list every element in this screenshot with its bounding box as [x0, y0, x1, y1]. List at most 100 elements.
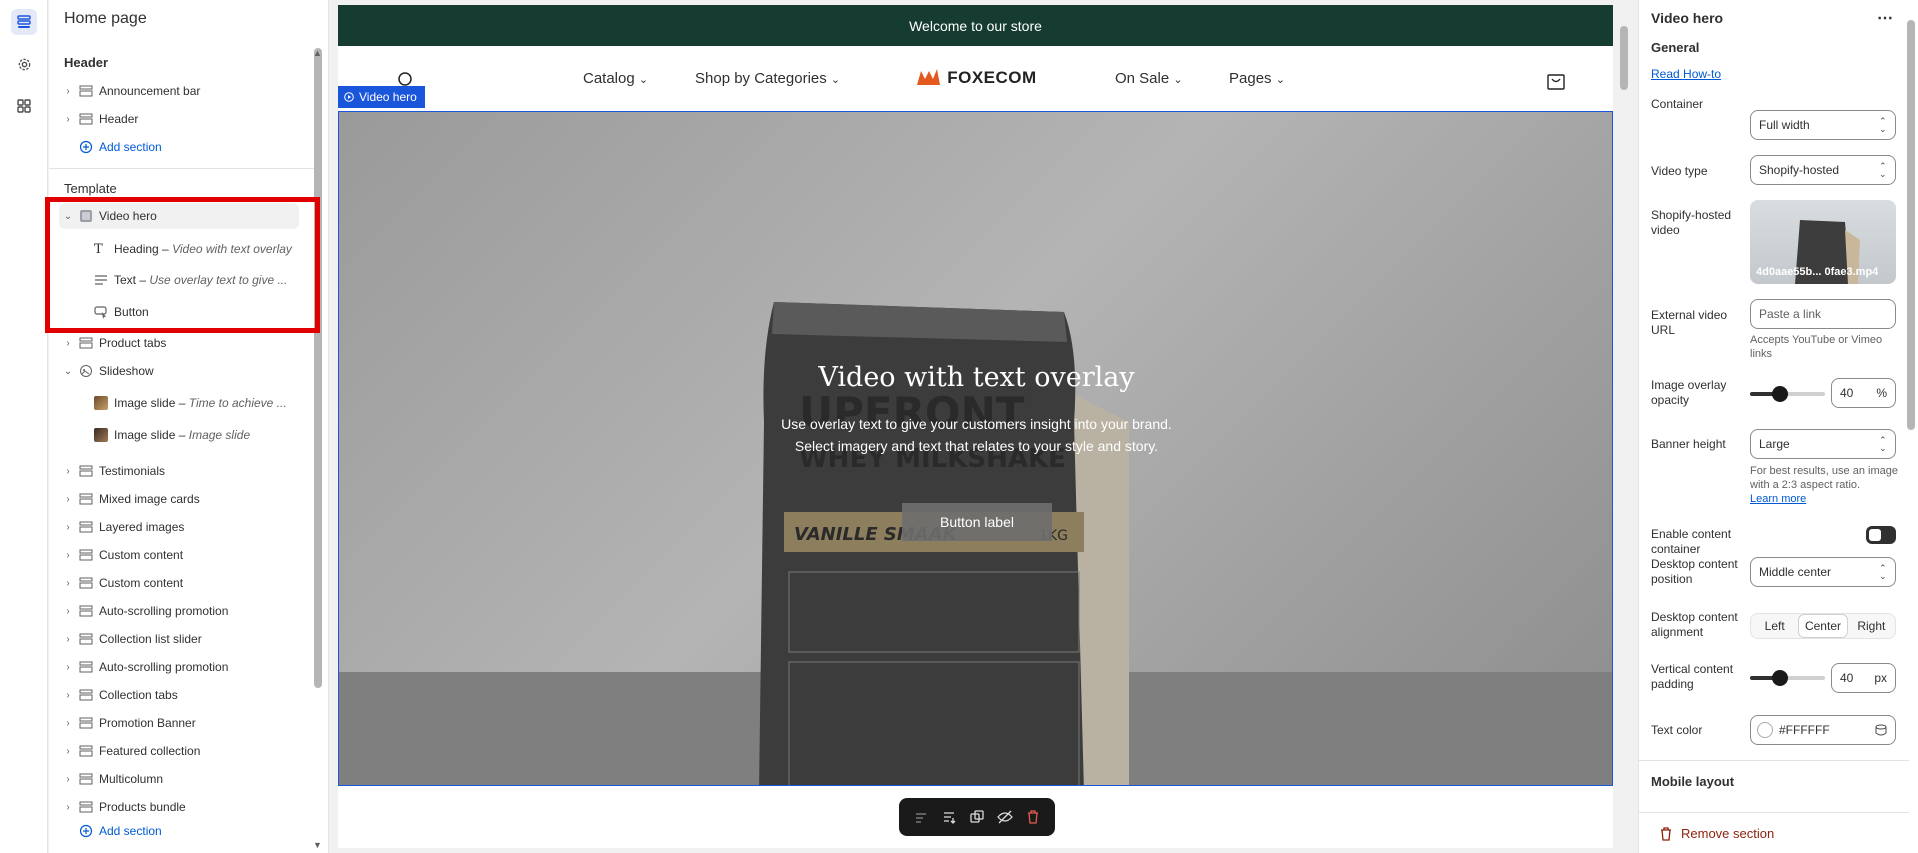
chevron-right-icon[interactable]: › — [61, 522, 75, 533]
hero-text-line-1[interactable]: Use overlay text to give your customers … — [339, 413, 1612, 435]
move-up-icon[interactable] — [911, 807, 931, 827]
tree-item-section[interactable]: › Promotion Banner — [59, 710, 299, 736]
duplicate-icon[interactable] — [967, 807, 987, 827]
tree-item-section[interactable]: › Collection list slider — [59, 626, 299, 652]
chevron-right-icon[interactable]: › — [61, 802, 75, 813]
align-left-option[interactable]: Left — [1751, 614, 1798, 638]
tree-item-label: Layered images — [99, 520, 185, 534]
tree-item-section[interactable]: › Collection tabs — [59, 682, 299, 708]
trash-icon — [1661, 826, 1671, 841]
add-section-template-button[interactable]: Add section — [59, 818, 299, 844]
chevron-right-icon[interactable]: › — [61, 550, 75, 561]
settings-scrollbar[interactable] — [1907, 20, 1915, 430]
tree-scrollbar[interactable] — [314, 48, 322, 688]
text-color-input[interactable]: #FFFFFF — [1750, 715, 1896, 745]
hero-content: Video with text overlay Use overlay text… — [339, 362, 1612, 457]
color-swatch[interactable] — [1757, 722, 1773, 738]
chevron-right-icon[interactable]: › — [61, 338, 75, 349]
nav-shop-by-categories[interactable]: Shop by Categories ⌄ — [695, 70, 840, 87]
tree-item-video-hero[interactable]: ⌄ Video hero — [59, 203, 299, 229]
video-hero-section[interactable]: VANILLE SMAAK 1KG UPFRONT WHEY MILKSHAKE… — [338, 111, 1613, 786]
tree-item-section[interactable]: › Custom content — [59, 542, 299, 568]
align-right-option[interactable]: Right — [1848, 614, 1895, 638]
desktop-position-label: Desktop content position — [1651, 557, 1738, 586]
tree-item-section[interactable]: › Testimonials — [59, 458, 299, 484]
read-howto-link[interactable]: Read How-to — [1651, 67, 1721, 81]
tree-item-section[interactable]: › Featured collection — [59, 738, 299, 764]
chevron-right-icon[interactable]: › — [61, 746, 75, 757]
color-scheme-stack-icon[interactable] — [1875, 724, 1887, 736]
nav-catalog[interactable]: Catalog ⌄ — [583, 70, 648, 87]
more-options-icon[interactable]: ⋯ — [1877, 8, 1893, 28]
chevron-right-icon[interactable]: › — [61, 494, 75, 505]
tree-item-label: Collection list slider — [99, 632, 202, 646]
learn-more-link[interactable]: Learn more — [1750, 493, 1806, 505]
vertical-padding-slider[interactable] — [1750, 670, 1825, 686]
external-url-input[interactable]: Paste a link — [1750, 299, 1896, 329]
tree-item-slideshow[interactable]: ⌄ Slideshow — [59, 358, 299, 384]
vertical-padding-input[interactable]: 40 px — [1831, 663, 1896, 693]
slider-knob[interactable] — [1772, 670, 1788, 686]
tree-item-section[interactable]: › Layered images — [59, 514, 299, 540]
hero-heading[interactable]: Video with text overlay — [339, 362, 1612, 393]
apps-icon[interactable] — [11, 93, 37, 119]
chevron-right-icon[interactable]: › — [61, 578, 75, 589]
chevron-right-icon[interactable]: › — [61, 634, 75, 645]
tree-item-image-slide-1[interactable]: Image slide – Time to achieve ... — [94, 390, 334, 416]
chevron-right-icon[interactable]: › — [61, 114, 75, 125]
tree-item-section[interactable]: › Custom content — [59, 570, 299, 596]
desktop-position-select[interactable]: Middle center — [1750, 557, 1896, 587]
hide-eye-icon[interactable] — [995, 807, 1015, 827]
chevron-right-icon[interactable]: › — [61, 466, 75, 477]
tree-item-section[interactable]: › Auto-scrolling promotion — [59, 598, 299, 624]
align-center-option[interactable]: Center — [1798, 614, 1848, 638]
add-section-header-button[interactable]: Add section — [59, 134, 299, 160]
hosted-video-thumbnail[interactable]: 4d0aae55b... 0fae3.mp4 — [1750, 200, 1896, 284]
section-tag-video-hero[interactable]: Video hero — [338, 86, 425, 108]
sections-icon[interactable] — [11, 9, 37, 35]
settings-gear-icon[interactable] — [11, 51, 37, 77]
tree-item-button-block[interactable]: Button — [94, 299, 334, 325]
tree-item-section[interactable]: › Mixed image cards — [59, 486, 299, 512]
image-thumbnail-icon — [94, 428, 108, 442]
content-container-toggle[interactable] — [1866, 526, 1896, 544]
tree-item-detail: Time to achieve ... — [188, 396, 287, 410]
chevron-right-icon[interactable]: › — [61, 690, 75, 701]
preview-scrollbar[interactable] — [1620, 26, 1628, 90]
tree-item-section[interactable]: › Multicolumn — [59, 766, 299, 792]
tree-item-section[interactable]: › Auto-scrolling promotion — [59, 654, 299, 680]
tree-item-heading-block[interactable]: T Heading – Video with text overlay — [94, 236, 334, 262]
chevron-right-icon[interactable]: › — [61, 606, 75, 617]
tree-item-text-block[interactable]: Text – Use overlay text to give ... — [94, 267, 334, 293]
scroll-up-arrow-icon[interactable]: ▲ — [313, 48, 322, 58]
chevron-right-icon[interactable]: › — [61, 774, 75, 785]
slider-knob[interactable] — [1772, 386, 1788, 402]
chevron-right-icon[interactable]: › — [61, 662, 75, 673]
chevron-right-icon[interactable]: › — [61, 86, 75, 97]
nav-on-sale[interactable]: On Sale ⌄ — [1115, 70, 1183, 87]
tree-item-image-slide-2[interactable]: Image slide – Image slide — [94, 422, 334, 448]
tree-item-section[interactable]: › Products bundle — [59, 794, 299, 820]
overlay-opacity-input[interactable]: 40% — [1831, 378, 1896, 408]
overlay-opacity-slider[interactable] — [1750, 386, 1825, 402]
nav-pages[interactable]: Pages ⌄ — [1229, 70, 1285, 87]
store-logo[interactable]: FOXECOM — [916, 68, 1037, 88]
section-layout-icon — [75, 632, 99, 646]
tree-item-product-tabs[interactable]: › Product tabs — [59, 330, 299, 356]
video-type-select[interactable]: Shopify-hosted — [1750, 155, 1896, 185]
tree-item-header[interactable]: › Header — [59, 106, 299, 132]
hero-button[interactable]: Button label — [902, 503, 1052, 541]
chevron-down-icon[interactable]: ⌄ — [61, 211, 75, 222]
hero-text-line-2[interactable]: Select imagery and text that relates to … — [339, 435, 1612, 457]
container-select[interactable]: Full width — [1750, 110, 1896, 140]
scroll-down-arrow-icon[interactable]: ▼ — [313, 840, 322, 850]
chevron-right-icon[interactable]: › — [61, 718, 75, 729]
remove-section-button[interactable]: Remove section — [1659, 826, 1774, 841]
move-down-icon[interactable] — [939, 807, 959, 827]
chevron-down-icon[interactable]: ⌄ — [61, 366, 75, 377]
cart-icon[interactable] — [1547, 74, 1565, 90]
delete-trash-icon[interactable] — [1023, 807, 1043, 827]
tree-item-announcement-bar[interactable]: › Announcement bar — [59, 78, 299, 104]
overlay-opacity-label: Image overlay opacity — [1651, 378, 1727, 407]
banner-height-select[interactable]: Large — [1750, 429, 1896, 459]
